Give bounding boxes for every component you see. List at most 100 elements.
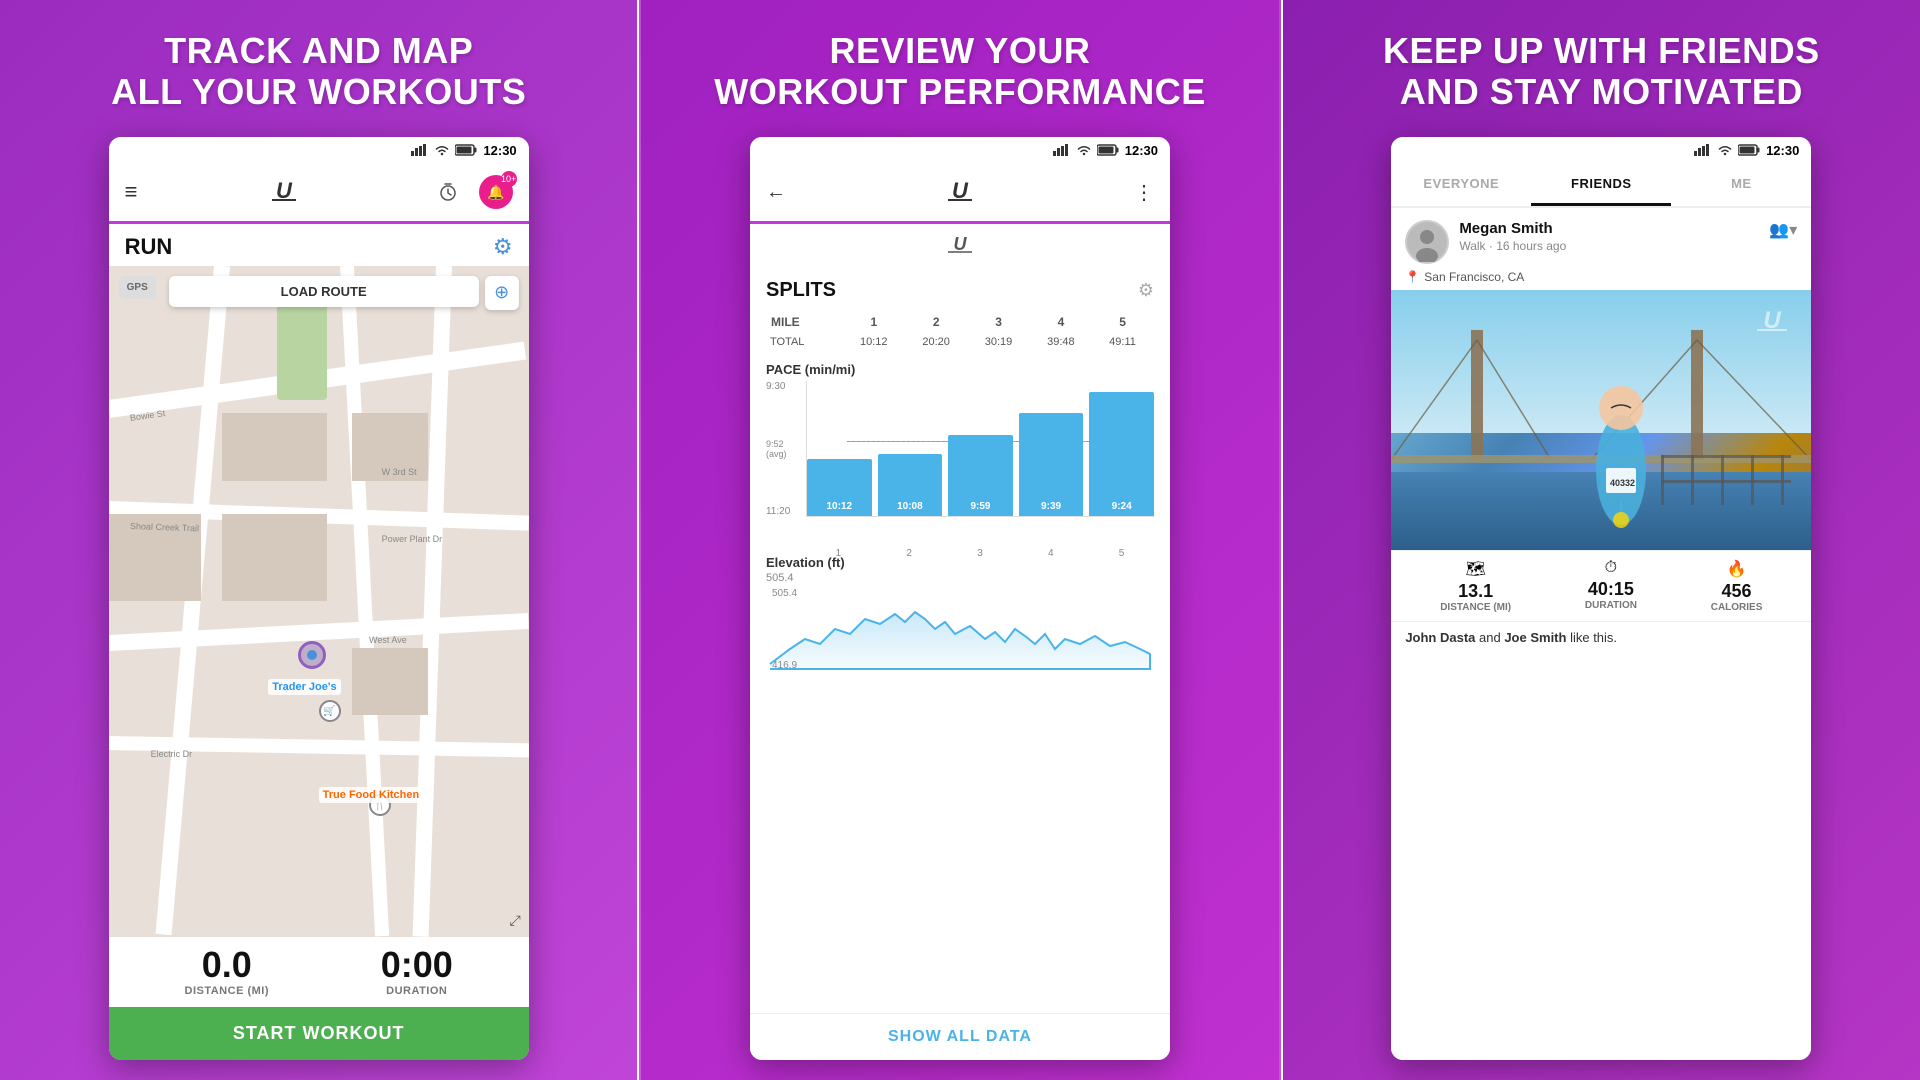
x-label-3: 3 xyxy=(948,548,1013,559)
x-label-2: 2 xyxy=(877,548,942,559)
splits-col-mile: MILE xyxy=(768,312,842,332)
bar-value-3: 9:59 xyxy=(970,501,990,512)
elevation-section: Elevation (ft) 505.4 505.4 416.9 xyxy=(766,555,1154,679)
wifi-icon xyxy=(435,144,449,156)
bar-mile-5: 9:24 xyxy=(1089,381,1154,516)
street-label-shoal: Shoal Creek Trail xyxy=(129,521,198,533)
signal-icon xyxy=(411,144,429,156)
street-label-electric: Electric Dr xyxy=(151,749,193,759)
more-options-button[interactable]: ⋮ xyxy=(1134,180,1154,205)
street-label-west: West Ave xyxy=(369,635,407,645)
workout-distance-label: DISTANCE (MI) xyxy=(1440,602,1511,613)
splits-title: SPLITS xyxy=(766,279,836,302)
hamburger-menu[interactable]: ≡ xyxy=(125,179,138,205)
total-mile-5: 49:11 xyxy=(1093,334,1152,350)
run-label: RUN xyxy=(125,234,173,260)
start-workout-button[interactable]: START WORKOUT xyxy=(109,1007,529,1060)
bar-value-5: 9:24 xyxy=(1112,501,1132,512)
distance-label: DISTANCE (MI) xyxy=(185,985,270,997)
back-button[interactable]: ← xyxy=(766,181,786,204)
bar-1: 10:12 xyxy=(807,459,872,516)
pace-label: PACE (min/mi) xyxy=(766,362,1154,377)
trader-joes-label: Trader Joe's xyxy=(268,679,340,695)
ua-logo-1: U xyxy=(264,174,304,211)
workout-stats-row: 🗺 13.1 DISTANCE (MI) ⏱ 40:15 DURATION 🔥 … xyxy=(1391,550,1811,621)
friend-header: Megan Smith Walk · 16 hours ago 👥▾ xyxy=(1405,220,1797,264)
distance-stat: 0.0 DISTANCE (MI) xyxy=(185,947,270,997)
panel-2-title: REVIEW YOURWORKOUT PERFORMANCE xyxy=(714,30,1205,113)
liker-2: Joe Smith xyxy=(1504,630,1566,645)
splits-col-2: 2 xyxy=(906,312,966,332)
workout-duration-value: 40:15 xyxy=(1585,579,1637,600)
tab-friends[interactable]: FRIENDS xyxy=(1531,164,1671,206)
workout-stat-distance: 🗺 13.1 DISTANCE (MI) xyxy=(1440,559,1511,613)
calories-icon: 🔥 xyxy=(1711,559,1763,579)
bar-4: 9:39 xyxy=(1019,413,1084,516)
duration-label: DURATION xyxy=(381,985,453,997)
map-pin-inner xyxy=(307,650,317,660)
location-button[interactable]: ⊕ xyxy=(485,276,519,310)
x-label-4: 4 xyxy=(1018,548,1083,559)
workout-calories-value: 456 xyxy=(1711,581,1763,602)
wifi-icon-2 xyxy=(1077,144,1091,156)
gps-button[interactable]: GPS xyxy=(119,276,156,299)
y-label-mid: 9:52(avg) xyxy=(766,439,806,459)
location-text: San Francisco, CA xyxy=(1424,270,1524,284)
show-all-data-button[interactable]: SHOW ALL DATA xyxy=(750,1013,1170,1060)
load-route-button[interactable]: LOAD ROUTE xyxy=(169,276,479,307)
x-label-1: 1 xyxy=(806,548,871,559)
workout-stat-duration: ⏱ 40:15 DURATION xyxy=(1585,559,1637,613)
map-background: Bowie St Shoal Creek Trail Electric Dr W… xyxy=(109,266,529,937)
status-bar-2: 12:30 xyxy=(750,137,1170,164)
friend-activity: Walk · 16 hours ago xyxy=(1459,239,1566,253)
panel-track-workouts: TRACK AND MAPALL YOUR WORKOUTS 12:30 xyxy=(0,0,637,1080)
likes-row: John Dasta and Joe Smith like this. xyxy=(1391,621,1811,653)
workout-photo: 40332 U xyxy=(1391,290,1811,550)
bar-value-1: 10:12 xyxy=(826,501,852,512)
y-axis-labels: 9:30 9:52(avg) 11:20 xyxy=(766,381,806,517)
ua-center-logo: U xyxy=(750,224,1170,267)
status-time-2: 12:30 xyxy=(1125,143,1158,158)
battery-icon xyxy=(455,144,477,156)
status-time-3: 12:30 xyxy=(1766,143,1799,158)
bar-2: 10:08 xyxy=(878,454,943,516)
avatar-svg xyxy=(1407,222,1447,262)
splits-settings-icon[interactable]: ⚙ xyxy=(1138,280,1154,301)
bar-mile-1: 10:12 xyxy=(807,381,872,516)
notification-button[interactable]: 🔔 10+ xyxy=(479,175,513,209)
elevation-chart-svg: 505.4 416.9 xyxy=(766,584,1154,674)
app-header-1: ≡ U 🔔 10+ xyxy=(109,164,529,224)
workout-distance-value: 13.1 xyxy=(1440,581,1511,602)
svg-text:505.4: 505.4 xyxy=(772,588,797,599)
chart-area: SPLITS ⚙ MILE 1 2 3 4 5 TO xyxy=(750,267,1170,1013)
phone-mockup-2: 12:30 ← U ⋮ U SPLITS ⚙ xyxy=(750,137,1170,1060)
elevation-range: 505.4 xyxy=(766,572,1154,584)
street-label-powerplant: Power Plant Dr xyxy=(382,534,443,544)
total-label: TOTAL xyxy=(768,334,842,350)
gear-icon[interactable]: ⚙ xyxy=(493,234,513,260)
tab-me[interactable]: ME xyxy=(1671,164,1811,206)
status-bar-1: 12:30 xyxy=(109,137,529,164)
distance-value: 0.0 xyxy=(185,947,270,983)
stats-row: 0.0 DISTANCE (MI) 0:00 DURATION xyxy=(109,937,529,1007)
elevation-max: 505.4 xyxy=(766,572,794,584)
friend-location: 📍 San Francisco, CA xyxy=(1405,270,1797,284)
timer-button[interactable] xyxy=(431,175,465,209)
map-marker-trader: 🛒 xyxy=(319,700,341,722)
notification-badge: 10+ xyxy=(501,171,517,187)
panel-workout-performance: REVIEW YOURWORKOUT PERFORMANCE 12:30 xyxy=(639,0,1280,1080)
map-expand-icon[interactable]: ⤢ xyxy=(509,912,520,929)
splits-header: SPLITS ⚙ xyxy=(766,279,1154,302)
splits-col-5: 5 xyxy=(1093,312,1152,332)
distance-icon: 🗺 xyxy=(1440,559,1511,579)
panel-3-title: KEEP UP WITH FRIENDSAND STAY MOTIVATED xyxy=(1383,30,1820,113)
y-label-top: 9:30 xyxy=(766,381,806,392)
workout-calories-label: CALORIES xyxy=(1711,602,1763,613)
total-mile-4: 39:48 xyxy=(1031,334,1091,350)
map-area[interactable]: Bowie St Shoal Creek Trail Electric Dr W… xyxy=(109,266,529,937)
tab-everyone[interactable]: EVERYONE xyxy=(1391,164,1531,206)
wifi-icon-3 xyxy=(1718,144,1732,156)
app-header-2: ← U ⋮ xyxy=(750,164,1170,224)
add-friend-button[interactable]: 👥▾ xyxy=(1769,220,1797,240)
x-axis-labels: 1 2 3 4 5 xyxy=(806,548,1154,559)
